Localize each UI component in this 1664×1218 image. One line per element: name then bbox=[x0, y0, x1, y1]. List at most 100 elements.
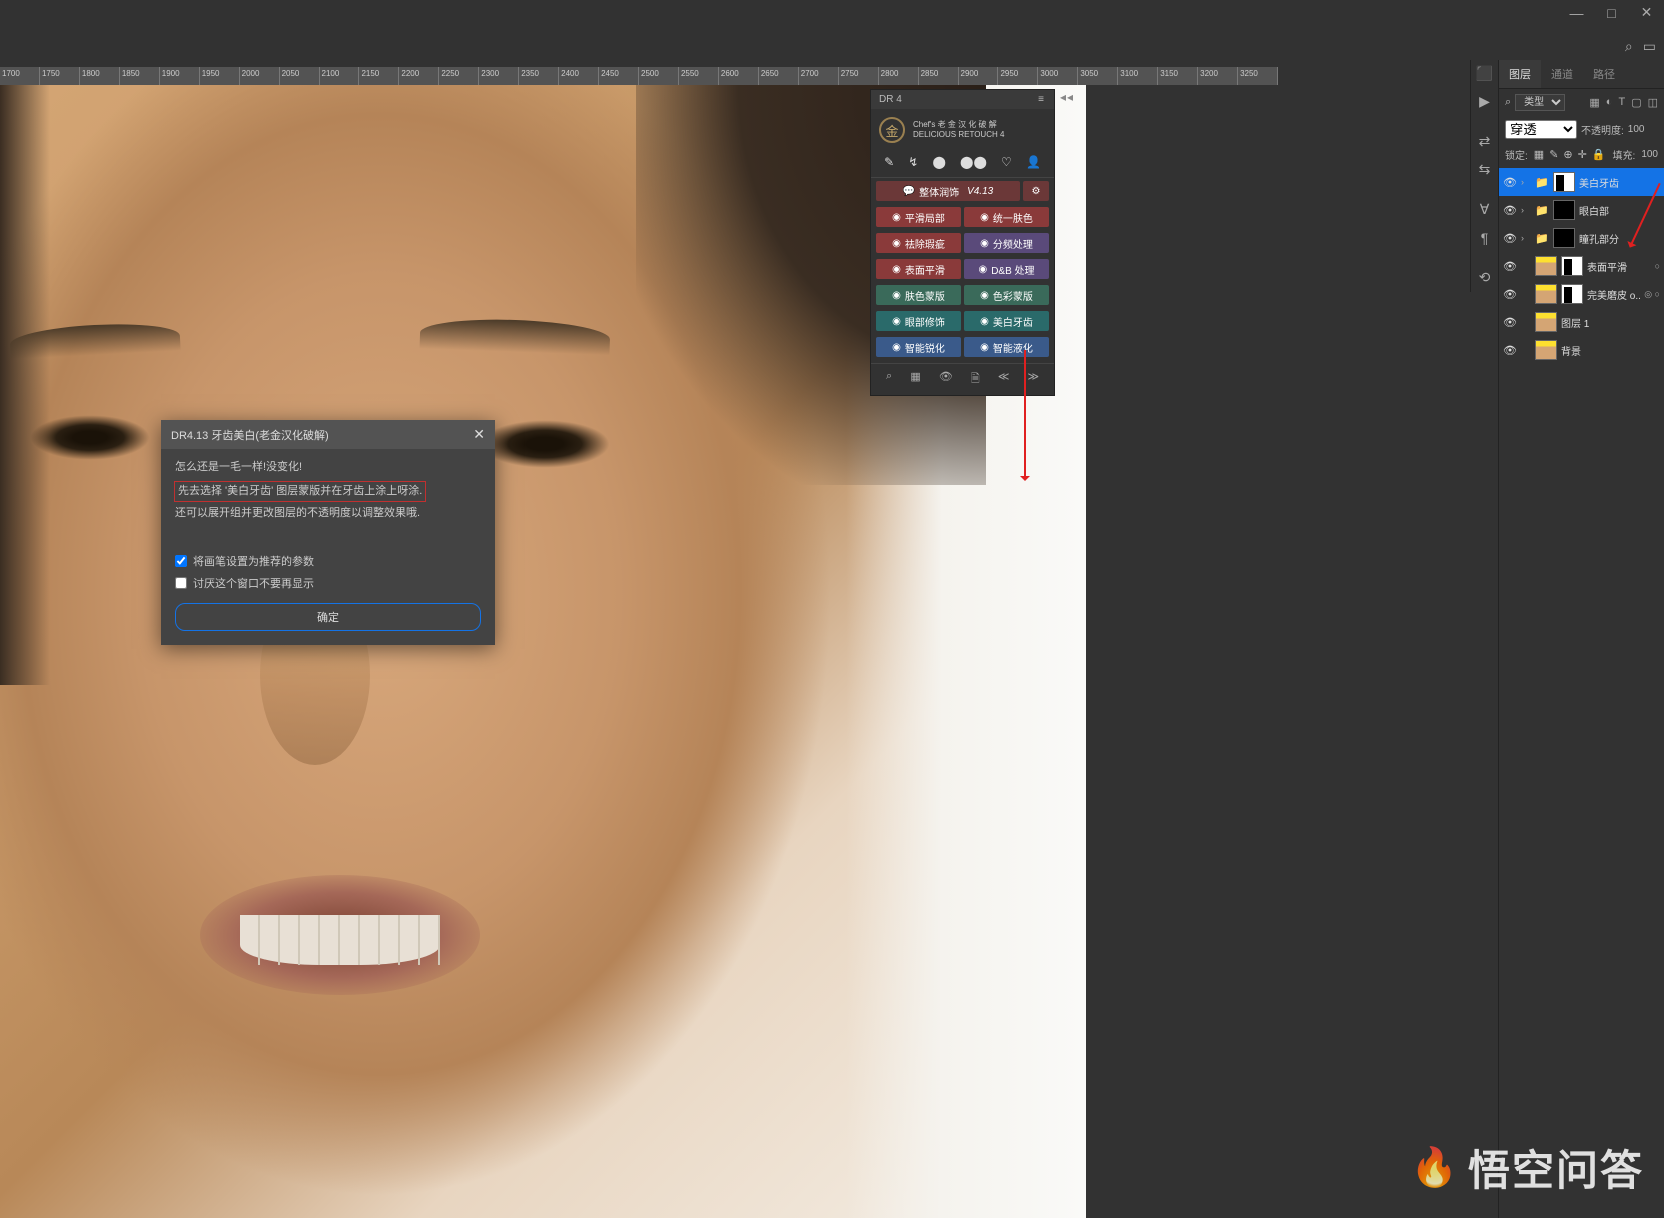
expand-icon[interactable]: › bbox=[1521, 177, 1531, 187]
dr-btn-肤色蒙版[interactable]: ◉肤色蒙版 bbox=[876, 285, 961, 305]
dr-tool-icon[interactable]: ⬤⬤ bbox=[960, 155, 987, 169]
visibility-icon[interactable]: 👁 bbox=[1503, 232, 1517, 245]
expand-icon[interactable]: › bbox=[1521, 233, 1531, 243]
layer-thumbnail[interactable] bbox=[1535, 312, 1557, 332]
dr-btn-统一肤色[interactable]: ◉统一肤色 bbox=[964, 207, 1049, 227]
dr-bottom-icon[interactable]: ≫ bbox=[1027, 370, 1039, 389]
side-tool-icon[interactable]: ⇆ bbox=[1471, 156, 1498, 184]
lock-icon[interactable]: ▦ bbox=[1534, 148, 1544, 161]
side-tool-icon[interactable]: ⬛ bbox=[1471, 60, 1498, 88]
search-icon[interactable]: ⌕ bbox=[1505, 96, 1511, 109]
layer-row[interactable]: 👁›📁眼白部 bbox=[1499, 196, 1664, 224]
dialog-close-button[interactable]: ✕ bbox=[473, 426, 485, 443]
dr-tool-icon[interactable]: 👤 bbox=[1026, 155, 1041, 169]
layer-thumbnail[interactable] bbox=[1553, 172, 1575, 192]
layer-name[interactable]: 完美磨皮 o... bbox=[1587, 287, 1640, 302]
dialog-titlebar[interactable]: DR4.13 牙齿美白(老金汉化破解) ✕ bbox=[161, 420, 495, 449]
minimize-button[interactable]: — bbox=[1559, 0, 1594, 25]
visibility-icon[interactable]: 👁 bbox=[1503, 176, 1517, 189]
lock-icon[interactable]: ⊕ bbox=[1563, 148, 1572, 161]
dr-btn-美白牙齿[interactable]: ◉美白牙齿 bbox=[964, 311, 1049, 331]
dr-bottom-icon[interactable]: 👁 bbox=[939, 370, 953, 389]
expand-icon[interactable]: › bbox=[1521, 205, 1531, 215]
tab-channels[interactable]: 通道 bbox=[1541, 60, 1583, 88]
dr-panel-menu-icon[interactable]: ≡ bbox=[1038, 94, 1046, 105]
panel-collapse-icon[interactable]: ◂◂ bbox=[1060, 90, 1074, 104]
layer-row[interactable]: 👁›📁美白牙齿 bbox=[1499, 168, 1664, 196]
dr-btn-智能锐化[interactable]: ◉智能锐化 bbox=[876, 337, 961, 357]
tab-paths[interactable]: 路径 bbox=[1583, 60, 1625, 88]
close-button[interactable]: ✕ bbox=[1629, 0, 1664, 25]
dr-tool-icon[interactable]: ⬤ bbox=[932, 155, 945, 169]
side-tool-icon[interactable]: ▶ bbox=[1471, 88, 1498, 116]
dr-btn-分频处理[interactable]: ◉分频处理 bbox=[964, 233, 1049, 253]
dr-bottom-icon[interactable]: ≪ bbox=[998, 370, 1010, 389]
layer-thumbnail[interactable] bbox=[1535, 256, 1557, 276]
dr-btn-D&B 处理[interactable]: ◉D&B 处理 bbox=[964, 259, 1049, 279]
side-tool-icon[interactable]: ⟲ bbox=[1471, 264, 1498, 292]
opacity-value[interactable]: 100 bbox=[1628, 124, 1645, 135]
layer-filter-select[interactable]: 类型 bbox=[1515, 94, 1565, 111]
dr-btn-settings[interactable]: ⚙ bbox=[1023, 181, 1049, 201]
checkbox-dont-show-input[interactable] bbox=[175, 577, 187, 589]
blend-mode-select[interactable]: 穿透 bbox=[1505, 120, 1577, 139]
lock-icon[interactable]: ✛ bbox=[1578, 148, 1587, 161]
layer-mask-thumbnail[interactable] bbox=[1561, 284, 1583, 304]
filter-type-icon[interactable]: ▦ bbox=[1589, 96, 1599, 109]
layer-name[interactable]: 背景 bbox=[1561, 343, 1660, 358]
dr-btn-overall-retouch[interactable]: 💬 整体润饰 V4.13 bbox=[876, 181, 1020, 201]
dr-btn-祛除瑕疵[interactable]: ◉祛除瑕疵 bbox=[876, 233, 961, 253]
layer-thumbnail[interactable] bbox=[1535, 284, 1557, 304]
workspace-icon[interactable]: ▭ bbox=[1643, 38, 1656, 55]
layer-mask-thumbnail[interactable] bbox=[1561, 256, 1583, 276]
side-tool-icon[interactable]: Ɐ bbox=[1471, 196, 1498, 224]
filter-type-icon[interactable]: T bbox=[1618, 96, 1625, 109]
visibility-icon[interactable]: 👁 bbox=[1503, 316, 1517, 329]
dr-btn-眼部修饰[interactable]: ◉眼部修饰 bbox=[876, 311, 961, 331]
dr-tool-icon[interactable]: ↯ bbox=[908, 155, 918, 169]
lock-icon[interactable]: ✎ bbox=[1549, 148, 1558, 161]
dr-tool-icon[interactable]: ✎ bbox=[884, 155, 894, 169]
filter-type-icon[interactable]: ◐ bbox=[1606, 96, 1613, 109]
layer-thumbnail[interactable] bbox=[1553, 200, 1575, 220]
fill-value[interactable]: 100 bbox=[1641, 149, 1658, 160]
filter-type-icon[interactable]: ▢ bbox=[1631, 96, 1641, 109]
layer-name[interactable]: 瞳孔部分 bbox=[1579, 231, 1660, 246]
lock-icon[interactable]: 🔒 bbox=[1592, 148, 1606, 161]
dr-btn-平滑局部[interactable]: ◉平滑局部 bbox=[876, 207, 961, 227]
dr-btn-表面平滑[interactable]: ◉表面平滑 bbox=[876, 259, 961, 279]
layer-name[interactable]: 图层 1 bbox=[1561, 315, 1660, 330]
checkbox-brush-params[interactable]: 将画笔设置为推荐的参数 bbox=[175, 553, 481, 569]
layer-name[interactable]: 美白牙齿 bbox=[1579, 175, 1660, 190]
search-icon[interactable]: ⌕ bbox=[1625, 38, 1633, 55]
layer-thumbnail[interactable] bbox=[1535, 340, 1557, 360]
dr-panel-header[interactable]: DR 4 ≡ bbox=[871, 90, 1054, 109]
dr-bottom-icon[interactable]: 🗎 bbox=[971, 370, 980, 389]
visibility-icon[interactable]: 👁 bbox=[1503, 260, 1517, 273]
layer-thumbnail[interactable] bbox=[1553, 228, 1575, 248]
layer-row[interactable]: 👁 图层 1 bbox=[1499, 308, 1664, 336]
dr-btn-智能液化[interactable]: ◉智能液化 bbox=[964, 337, 1049, 357]
visibility-icon[interactable]: 👁 bbox=[1503, 288, 1517, 301]
layer-row[interactable]: 👁完美磨皮 o...◎ ○ bbox=[1499, 280, 1664, 308]
side-tool-icon[interactable]: ¶ bbox=[1471, 224, 1498, 252]
side-tool-icon[interactable]: ⇄ bbox=[1471, 128, 1498, 156]
visibility-icon[interactable]: 👁 bbox=[1503, 204, 1517, 217]
filter-type-icon[interactable]: ◫ bbox=[1648, 96, 1658, 109]
maximize-button[interactable]: □ bbox=[1594, 0, 1629, 25]
dr-tool-icon[interactable]: ♡ bbox=[1001, 155, 1012, 169]
tab-layers[interactable]: 图层 bbox=[1499, 60, 1541, 88]
side-tool-column: ⬛▶ ⇄⇆ Ɐ¶ ⟲ bbox=[1470, 60, 1498, 292]
ruler-tick: 2650 bbox=[759, 67, 799, 85]
layer-row[interactable]: 👁表面平滑○ bbox=[1499, 252, 1664, 280]
dr-bottom-icon[interactable]: ⌕ bbox=[886, 370, 892, 389]
checkbox-dont-show[interactable]: 讨厌这个窗口不要再显示 bbox=[175, 575, 481, 591]
layer-row[interactable]: 👁 背景 bbox=[1499, 336, 1664, 364]
dialog-ok-button[interactable]: 确定 bbox=[175, 603, 481, 631]
checkbox-brush-params-input[interactable] bbox=[175, 555, 187, 567]
dr-bottom-icon[interactable]: ▦ bbox=[910, 370, 920, 389]
lock-label: 锁定: bbox=[1505, 147, 1528, 162]
layer-name[interactable]: 表面平滑 bbox=[1587, 259, 1651, 274]
dr-btn-色彩蒙版[interactable]: ◉色彩蒙版 bbox=[964, 285, 1049, 305]
visibility-icon[interactable]: 👁 bbox=[1503, 344, 1517, 357]
